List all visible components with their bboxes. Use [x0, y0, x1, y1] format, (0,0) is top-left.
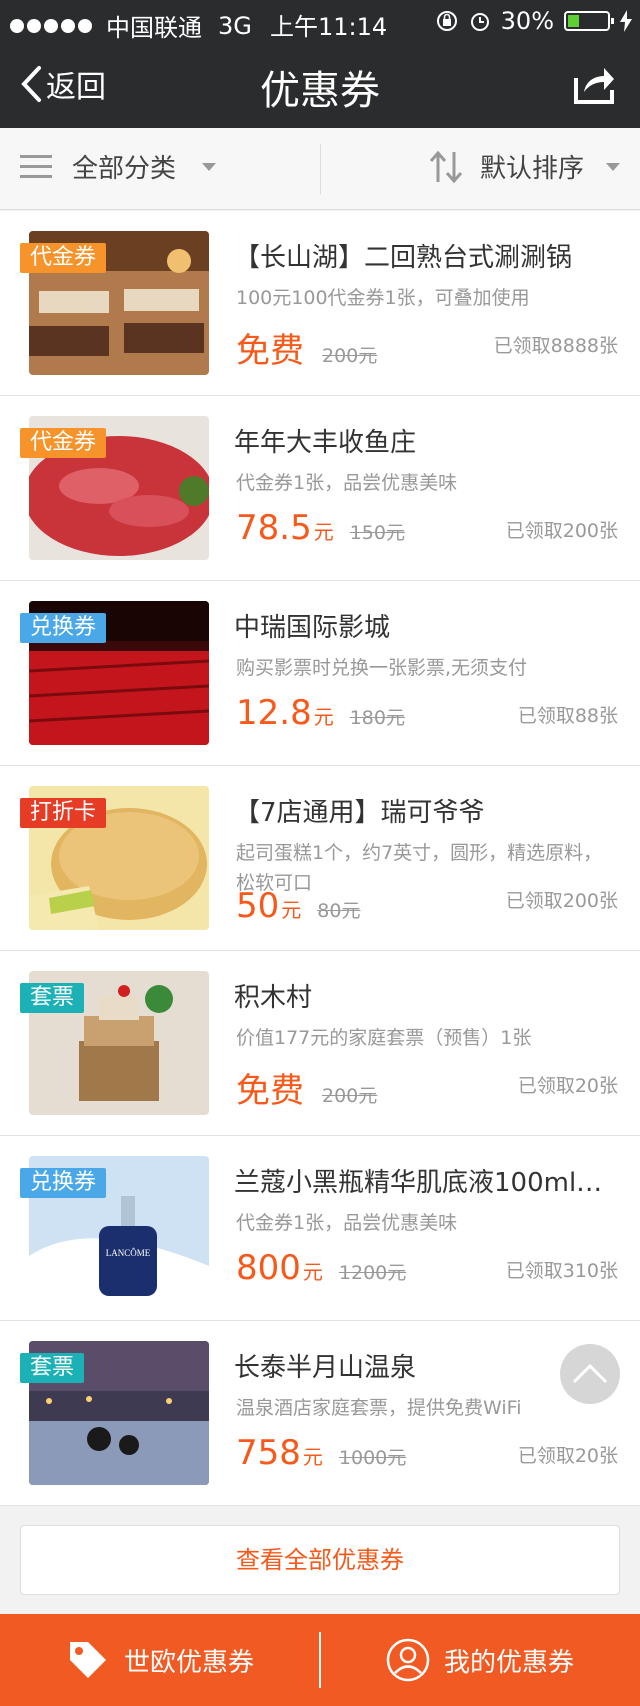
- coupon-title: 【长山湖】二回熟台式涮涮锅: [234, 243, 573, 273]
- chevron-down-icon: [202, 162, 217, 171]
- page-title: 优惠券: [260, 68, 380, 114]
- status-left: 中国联通 3G: [10, 8, 252, 43]
- price-value: 800: [236, 1248, 301, 1288]
- charging-icon: [620, 10, 632, 32]
- battery-percent: 30%: [500, 7, 554, 35]
- price-value: 12.8: [236, 693, 312, 733]
- chevron-down-icon: [606, 162, 620, 171]
- svg-text:LANCÔME: LANCÔME: [106, 1248, 151, 1258]
- original-price: 1200元: [338, 1262, 407, 1284]
- coupon-price: 12.8 元 180元: [236, 693, 405, 733]
- coupon-type-badge: 套票: [20, 1353, 85, 1383]
- coupon-type-badge: 套票: [20, 983, 85, 1013]
- tag-icon: [70, 1642, 106, 1678]
- coupon-item[interactable]: 代金券 【长山湖】二回熟台式涮涮锅 100元100代金券1张，可叠加使用 免费 …: [0, 211, 640, 396]
- claimed-count: 已领取20张: [517, 1075, 618, 1097]
- original-price: 180元: [349, 707, 405, 729]
- rotation-lock-icon: [436, 11, 457, 31]
- carrier-label: 中国联通: [106, 14, 202, 42]
- menu-icon: [20, 154, 52, 178]
- coupon-list: 代金券 【长山湖】二回熟台式涮涮锅 100元100代金券1张，可叠加使用 免费 …: [0, 211, 640, 1506]
- tab-label: 世欧优惠券: [124, 1647, 255, 1678]
- price-value: 免费: [236, 1071, 304, 1111]
- coupon-item[interactable]: 打折卡 【7店通用】瑞可爷爷 起司蛋糕1个，约7英寸，圆形，精选原料，松软可口 …: [0, 766, 640, 951]
- coupon-desc: 100元100代金券1张，可叠加使用: [236, 287, 530, 309]
- original-price: 80元: [317, 900, 361, 922]
- price-value: 78.5: [236, 508, 312, 548]
- coupon-type-badge: 兑换券: [20, 613, 107, 643]
- price-unit: 元: [302, 1260, 323, 1284]
- coupon-price: 78.5 元 150元: [236, 508, 405, 548]
- coupon-title: 中瑞国际影城: [234, 613, 391, 643]
- coupon-price: 50 元 80元: [236, 886, 360, 926]
- status-bar: 中国联通 3G 上午11:14 30%: [0, 0, 640, 43]
- category-filter[interactable]: 全部分类: [20, 148, 217, 185]
- tab-divider: [319, 1632, 321, 1688]
- sort-filter[interactable]: 默认排序: [428, 148, 620, 185]
- filter-bar: 全部分类 默认排序: [0, 128, 640, 210]
- sort-label: 默认排序: [479, 154, 584, 184]
- scroll-top-button[interactable]: [560, 1344, 620, 1404]
- coupon-item[interactable]: 套票 积木村 价值177元的家庭套票（预售）1张 免费 200元 已领取20张: [0, 951, 640, 1136]
- signal-icon: [10, 18, 92, 33]
- coupon-price: 免费 200元: [236, 1063, 377, 1112]
- claimed-count: 已领取8888张: [493, 335, 618, 357]
- coupon-price: 800 元 1200元: [236, 1248, 406, 1288]
- coupon-desc: 温泉酒店家庭套票，提供免费WiFi: [236, 1397, 522, 1419]
- bottom-tab-bar: 世欧优惠券 我的优惠券: [0, 1614, 640, 1706]
- coupon-desc: 代金券1张，品尝优惠美味: [236, 1212, 458, 1234]
- coupon-type-badge: 打折卡: [20, 798, 107, 828]
- clock-label: 上午11:14: [270, 13, 388, 41]
- tab-label: 我的优惠券: [444, 1647, 575, 1678]
- tab-shiou-coupons[interactable]: 世欧优惠券: [66, 1614, 254, 1706]
- claimed-count: 已领取310张: [505, 1260, 618, 1282]
- coupon-type-badge: 代金券: [20, 428, 107, 458]
- battery-icon: [564, 11, 614, 31]
- original-price: 150元: [349, 522, 405, 544]
- network-label: 3G: [218, 11, 252, 40]
- coupon-price: 758 元 1000元: [236, 1433, 406, 1473]
- claimed-count: 已领取20张: [517, 1445, 618, 1467]
- scroll-top-icon: [572, 1363, 608, 1384]
- alarm-icon: [470, 13, 489, 31]
- coupon-title: 积木村: [234, 983, 313, 1013]
- user-icon: [386, 1638, 430, 1682]
- coupon-title: 【7店通用】瑞可爷爷: [234, 798, 485, 828]
- price-value: 免费: [236, 331, 304, 371]
- price-unit: 元: [302, 1445, 323, 1469]
- coupon-item[interactable]: LANCÔME 兑换券 兰蔻小黑瓶精华肌底液100ml… 代金券1张，品尝优惠美…: [0, 1136, 640, 1321]
- coupon-title: 年年大丰收鱼庄: [234, 428, 417, 458]
- tab-my-coupons[interactable]: 我的优惠券: [386, 1614, 574, 1706]
- coupon-price: 免费 200元: [236, 323, 377, 372]
- coupon-type-badge: 兑换券: [20, 1168, 107, 1198]
- coupon-desc: 价值177元的家庭套票（预售）1张: [236, 1027, 532, 1049]
- coupon-desc: 购买影票时兑换一张影票,无须支付: [236, 657, 528, 679]
- claimed-count: 已领取200张: [505, 520, 618, 542]
- coupon-title: 兰蔻小黑瓶精华肌底液100ml…: [234, 1168, 603, 1198]
- original-price: 1000元: [338, 1447, 407, 1469]
- coupon-item[interactable]: 代金券 年年大丰收鱼庄 代金券1张，品尝优惠美味 78.5 元 150元 已领取…: [0, 396, 640, 581]
- coupon-item[interactable]: 套票 长泰半月山温泉 温泉酒店家庭套票，提供免费WiFi 758 元 1000元…: [0, 1321, 640, 1506]
- view-all-button[interactable]: 查看全部优惠券: [20, 1525, 620, 1595]
- original-price: 200元: [322, 345, 378, 367]
- price-value: 50: [236, 886, 280, 926]
- coupon-desc: 代金券1张，品尝优惠美味: [236, 472, 458, 494]
- price-unit: 元: [313, 520, 334, 544]
- original-price: 200元: [322, 1085, 378, 1107]
- price-unit: 元: [313, 705, 334, 729]
- filter-divider: [320, 144, 321, 194]
- category-label: 全部分类: [72, 154, 177, 184]
- claimed-count: 已领取88张: [517, 705, 618, 727]
- coupon-item[interactable]: 兑换券 中瑞国际影城 购买影票时兑换一张影票,无须支付 12.8 元 180元 …: [0, 581, 640, 766]
- share-icon[interactable]: [572, 62, 616, 106]
- coupon-type-badge: 代金券: [20, 243, 107, 273]
- nav-bar: 返回 优惠券: [0, 40, 640, 128]
- sort-icon: [429, 150, 463, 183]
- price-unit: 元: [281, 898, 302, 922]
- price-value: 758: [236, 1433, 301, 1473]
- status-right: 30%: [435, 7, 632, 35]
- claimed-count: 已领取200张: [505, 890, 618, 912]
